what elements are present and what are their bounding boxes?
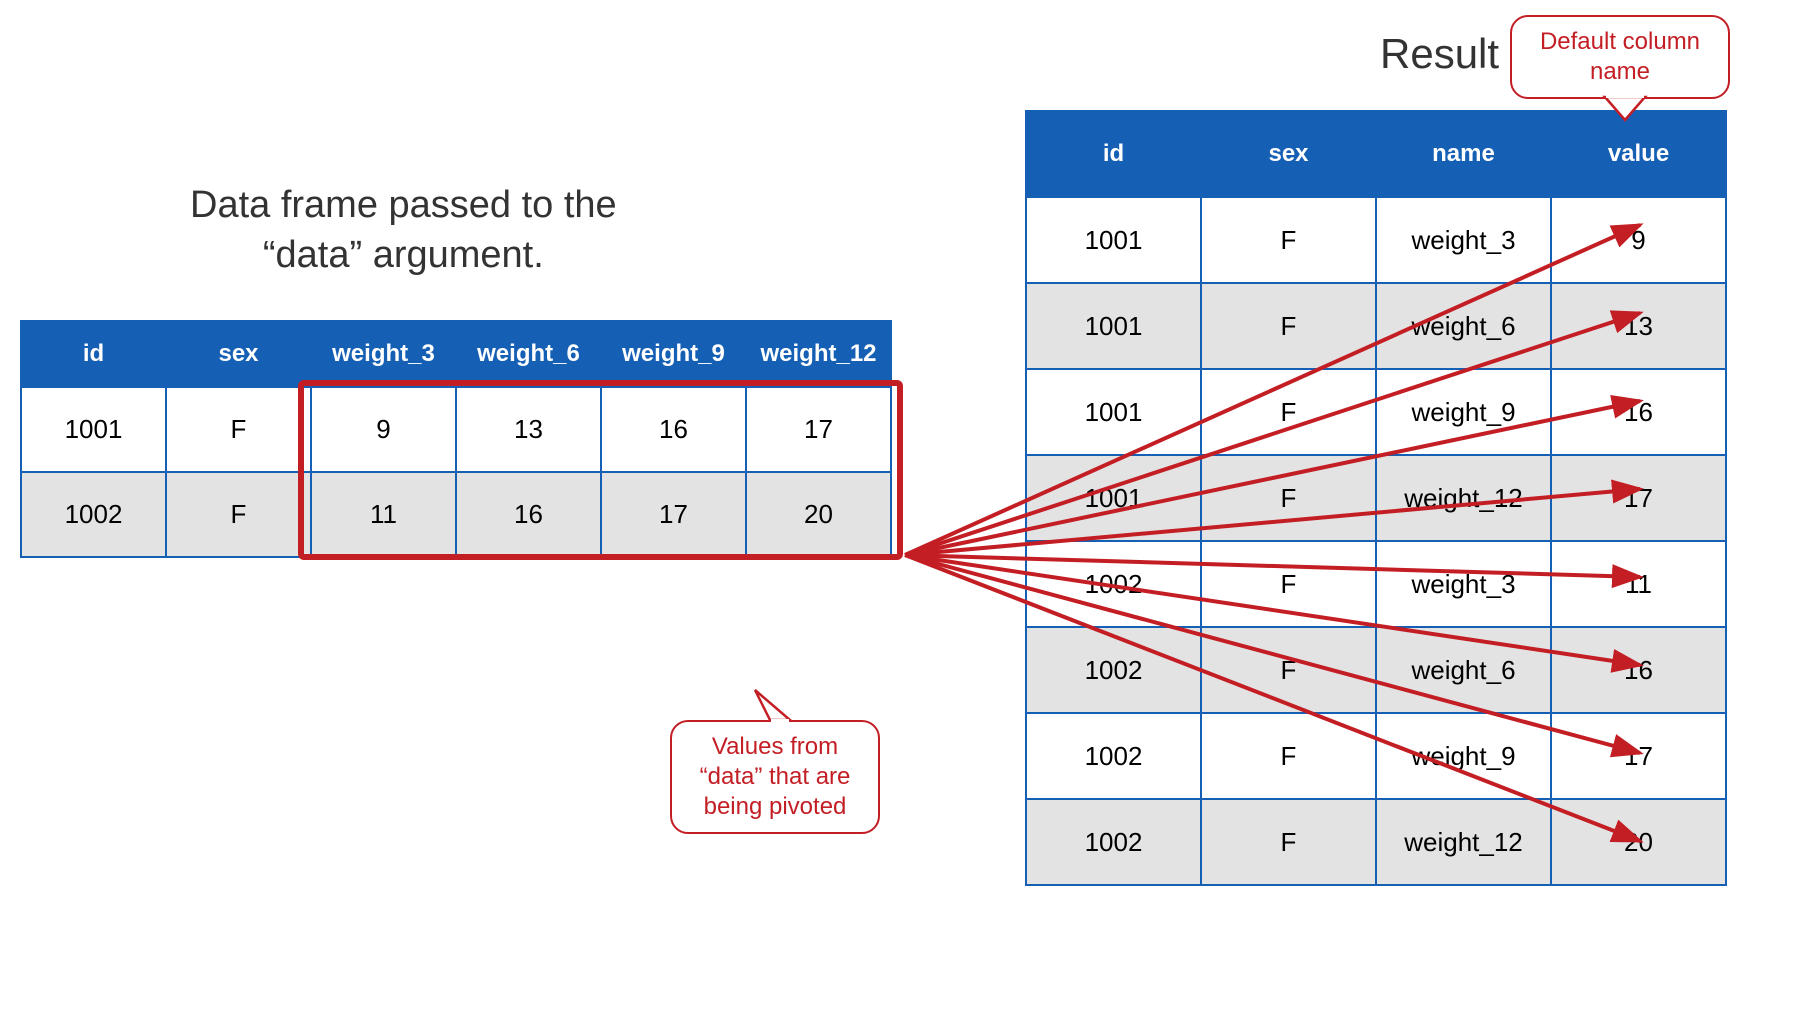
cell: F: [1201, 541, 1376, 627]
result-header-value: value: [1551, 111, 1726, 197]
cell: weight_12: [1376, 455, 1551, 541]
cell: weight_9: [1376, 369, 1551, 455]
cell: weight_3: [1376, 541, 1551, 627]
cell: 17: [1551, 713, 1726, 799]
cell: 17: [601, 472, 746, 557]
table-row: 1002 F 11 16 17 20: [21, 472, 891, 557]
table-row: 1001 F 9 13 16 17: [21, 387, 891, 472]
cell: 20: [1551, 799, 1726, 885]
left-caption-line1: Data frame passed to the: [190, 184, 617, 226]
cell: 1002: [1026, 541, 1201, 627]
left-caption-line2: “data” argument.: [263, 234, 544, 276]
cell: weight_6: [1376, 283, 1551, 369]
cell: weight_6: [1376, 627, 1551, 713]
result-header-sex: sex: [1201, 111, 1376, 197]
cell: F: [1201, 713, 1376, 799]
cell: 11: [311, 472, 456, 557]
cell: 16: [1551, 369, 1726, 455]
cell: 1001: [21, 387, 166, 472]
cell: weight_12: [1376, 799, 1551, 885]
cell: 9: [311, 387, 456, 472]
bottom-callout-line2: “data” that are: [700, 763, 851, 790]
result-header-id: id: [1026, 111, 1201, 197]
top-callout: Default column name: [1510, 15, 1730, 99]
bottom-callout-line3: being pivoted: [704, 793, 847, 820]
cell: F: [1201, 369, 1376, 455]
left-caption: Data frame passed to the “data” argument…: [190, 180, 617, 280]
source-header-weight3: weight_3: [311, 321, 456, 387]
top-callout-line2: name: [1590, 58, 1650, 85]
source-header-sex: sex: [166, 321, 311, 387]
cell: 1001: [1026, 369, 1201, 455]
table-row: 1001 F weight_3 9: [1026, 197, 1726, 283]
cell: F: [166, 472, 311, 557]
source-header-id: id: [21, 321, 166, 387]
right-caption-text: Result: [1380, 30, 1499, 77]
source-table: id sex weight_3 weight_6 weight_9 weight…: [20, 320, 892, 558]
cell: 1002: [1026, 713, 1201, 799]
cell: 1001: [1026, 455, 1201, 541]
cell: 17: [746, 387, 891, 472]
table-row: 1002 F weight_3 11: [1026, 541, 1726, 627]
cell: 20: [746, 472, 891, 557]
cell: 1002: [1026, 627, 1201, 713]
source-header-weight6: weight_6: [456, 321, 601, 387]
cell: 9: [1551, 197, 1726, 283]
cell: 16: [601, 387, 746, 472]
table-row: 1002 F weight_6 16: [1026, 627, 1726, 713]
table-row: 1001 F weight_9 16: [1026, 369, 1726, 455]
source-header-weight9: weight_9: [601, 321, 746, 387]
result-header-name: name: [1376, 111, 1551, 197]
cell: 16: [1551, 627, 1726, 713]
cell: 13: [456, 387, 601, 472]
cell: F: [166, 387, 311, 472]
cell: F: [1201, 197, 1376, 283]
cell: 16: [456, 472, 601, 557]
cell: 11: [1551, 541, 1726, 627]
cell: 1001: [1026, 197, 1201, 283]
bottom-callout: Values from “data” that are being pivote…: [670, 720, 880, 834]
table-row: 1002 F weight_12 20: [1026, 799, 1726, 885]
bottom-callout-line1: Values from: [712, 733, 838, 760]
cell: 1002: [1026, 799, 1201, 885]
cell: 1001: [1026, 283, 1201, 369]
cell: weight_3: [1376, 197, 1551, 283]
cell: F: [1201, 283, 1376, 369]
cell: F: [1201, 455, 1376, 541]
cell: F: [1201, 799, 1376, 885]
cell: 1002: [21, 472, 166, 557]
cell: 13: [1551, 283, 1726, 369]
table-row: 1002 F weight_9 17: [1026, 713, 1726, 799]
top-callout-line1: Default column: [1540, 28, 1700, 55]
cell: F: [1201, 627, 1376, 713]
cell: 17: [1551, 455, 1726, 541]
source-header-weight12: weight_12: [746, 321, 891, 387]
table-row: 1001 F weight_6 13: [1026, 283, 1726, 369]
cell: weight_9: [1376, 713, 1551, 799]
table-row: 1001 F weight_12 17: [1026, 455, 1726, 541]
right-caption: Result: [1380, 30, 1499, 78]
result-table: id sex name value 1001 F weight_3 9 1001…: [1025, 110, 1727, 886]
